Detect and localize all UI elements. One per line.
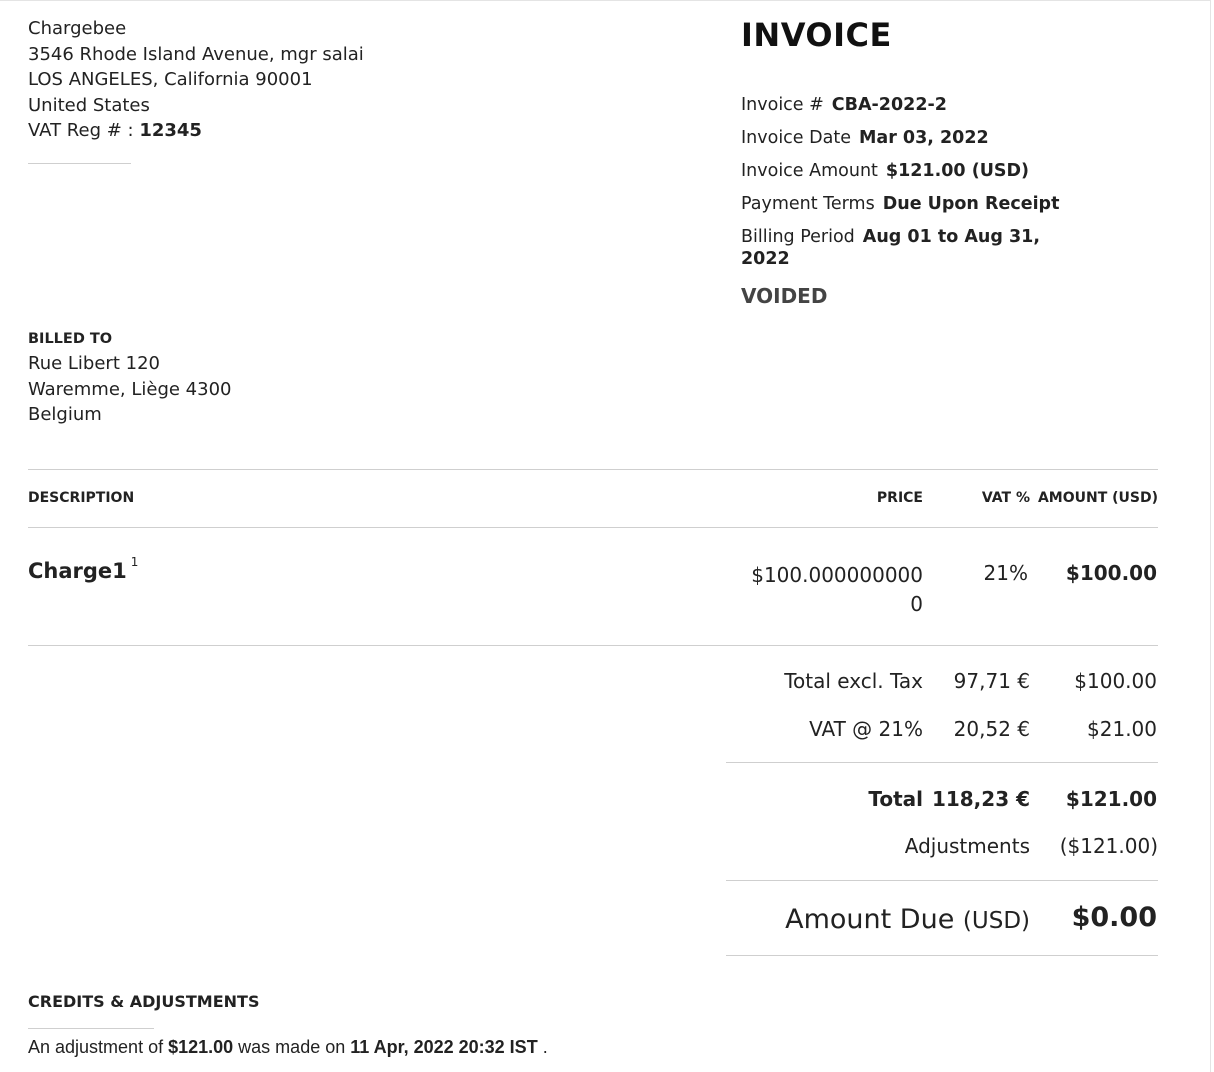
invoice-amount: $121.00 (USD) bbox=[885, 161, 1030, 181]
payment-terms: Due Upon Receipt bbox=[882, 194, 1060, 214]
vat-label: VAT @ 21% bbox=[809, 717, 923, 741]
adjustments-usd: ($121.00) bbox=[1059, 834, 1158, 858]
vat-usd: $21.00 bbox=[1087, 717, 1157, 741]
item-vat: 21% bbox=[983, 561, 1028, 585]
adjustments-label: Adjustments bbox=[904, 834, 1030, 858]
seller-vat: VAT Reg # : 12345 bbox=[28, 118, 364, 144]
seller-country: United States bbox=[28, 94, 150, 116]
col-header-amount: AMOUNT (USD) bbox=[1037, 490, 1158, 506]
item-description: Charge1 1 bbox=[28, 555, 138, 583]
credits-text-mid: was made on bbox=[233, 1037, 351, 1057]
seller-name: Chargebee bbox=[28, 18, 127, 39]
invoice-number: CBA-2022-2 bbox=[831, 95, 947, 115]
total-usd: $121.00 bbox=[1065, 787, 1157, 811]
table-bottom-rule bbox=[28, 645, 1158, 646]
col-header-price: PRICE bbox=[876, 490, 923, 506]
invoice-meta: Invoice # CBA-2022-2 Invoice Date Mar 03, … bbox=[741, 92, 1081, 270]
seller-address-line2: LOS ANGELES, California 90001 bbox=[28, 69, 313, 90]
billing-period-label: Billing Period bbox=[741, 227, 855, 247]
seller-vat-value: 12345 bbox=[139, 120, 202, 141]
billed-to-line2: Waremme, Liège 4300 bbox=[28, 378, 232, 400]
seller-divider bbox=[28, 163, 131, 164]
billed-to: BILLED TO Rue Libert 120 Waremme, Liège … bbox=[28, 327, 231, 428]
amount-due-rule bbox=[726, 955, 1158, 956]
amount-due-value: $0.00 bbox=[1071, 902, 1157, 933]
invoice-title: INVOICE bbox=[741, 16, 892, 54]
credits-divider bbox=[28, 1028, 154, 1029]
credits-note: An adjustment of $121.00 was made on 11 … bbox=[28, 1037, 548, 1058]
credits-text-pre: An adjustment of bbox=[28, 1037, 169, 1057]
credits-amount: $121.00 bbox=[168, 1037, 234, 1057]
seller-vat-label: VAT Reg # : bbox=[28, 120, 140, 141]
seller-address-line1: 3546 Rhode Island Avenue, mgr salai bbox=[28, 43, 364, 65]
invoice-number-label: Invoice # bbox=[741, 95, 824, 115]
payment-terms-row: Payment Terms Due Upon Receipt bbox=[741, 191, 1081, 224]
total-excl-label: Total excl. Tax bbox=[784, 669, 923, 693]
invoice-number-row: Invoice # CBA-2022-2 bbox=[741, 92, 1081, 125]
invoice-status: VOIDED bbox=[741, 284, 828, 308]
invoice-amount-row: Invoice Amount $121.00 (USD) bbox=[741, 158, 1081, 191]
invoice-date: Mar 03, 2022 bbox=[858, 128, 989, 148]
item-description-text: Charge1 bbox=[28, 559, 127, 583]
vat-eur: 20,52 € bbox=[953, 717, 1030, 741]
total-excl-usd: $100.00 bbox=[1074, 669, 1157, 693]
amount-due-currency: (USD) bbox=[962, 908, 1030, 934]
item-amount: $100.00 bbox=[1065, 561, 1157, 585]
adjustments-rule bbox=[726, 880, 1158, 881]
billed-to-country: Belgium bbox=[28, 404, 102, 425]
credits-date: 11 Apr, 2022 20:32 IST bbox=[350, 1037, 538, 1057]
invoice-date-label: Invoice Date bbox=[741, 128, 851, 148]
total-label: Total bbox=[868, 787, 923, 811]
credits-text-post: . bbox=[537, 1037, 548, 1057]
billing-period-row: Billing Period Aug 01 to Aug 31, 2022 bbox=[741, 226, 1051, 270]
credits-heading: CREDITS & ADJUSTMENTS bbox=[28, 992, 260, 1011]
total-eur: 118,23 € bbox=[931, 787, 1030, 811]
billed-to-line1: Rue Libert 120 bbox=[28, 353, 160, 374]
item-footnote: 1 bbox=[130, 555, 139, 569]
invoice-date-row: Invoice Date Mar 03, 2022 bbox=[741, 125, 1081, 158]
table-header-rule bbox=[28, 527, 1158, 528]
payment-terms-label: Payment Terms bbox=[741, 194, 875, 214]
amount-due-text: Amount Due bbox=[785, 904, 955, 935]
totals-rule bbox=[726, 762, 1158, 763]
billed-to-heading: BILLED TO bbox=[28, 331, 113, 347]
seller-address: Chargebee 3546 Rhode Island Avenue, mgr … bbox=[28, 16, 364, 144]
table-top-rule bbox=[28, 469, 1158, 470]
invoice-amount-label: Invoice Amount bbox=[741, 161, 878, 181]
total-excl-eur: 97,71 € bbox=[953, 669, 1030, 693]
col-header-vat: VAT % bbox=[981, 490, 1030, 506]
amount-due-label: Amount Due (USD) bbox=[785, 904, 1030, 935]
item-price: $100.0000000000 bbox=[751, 563, 923, 616]
col-header-description: DESCRIPTION bbox=[28, 490, 135, 506]
